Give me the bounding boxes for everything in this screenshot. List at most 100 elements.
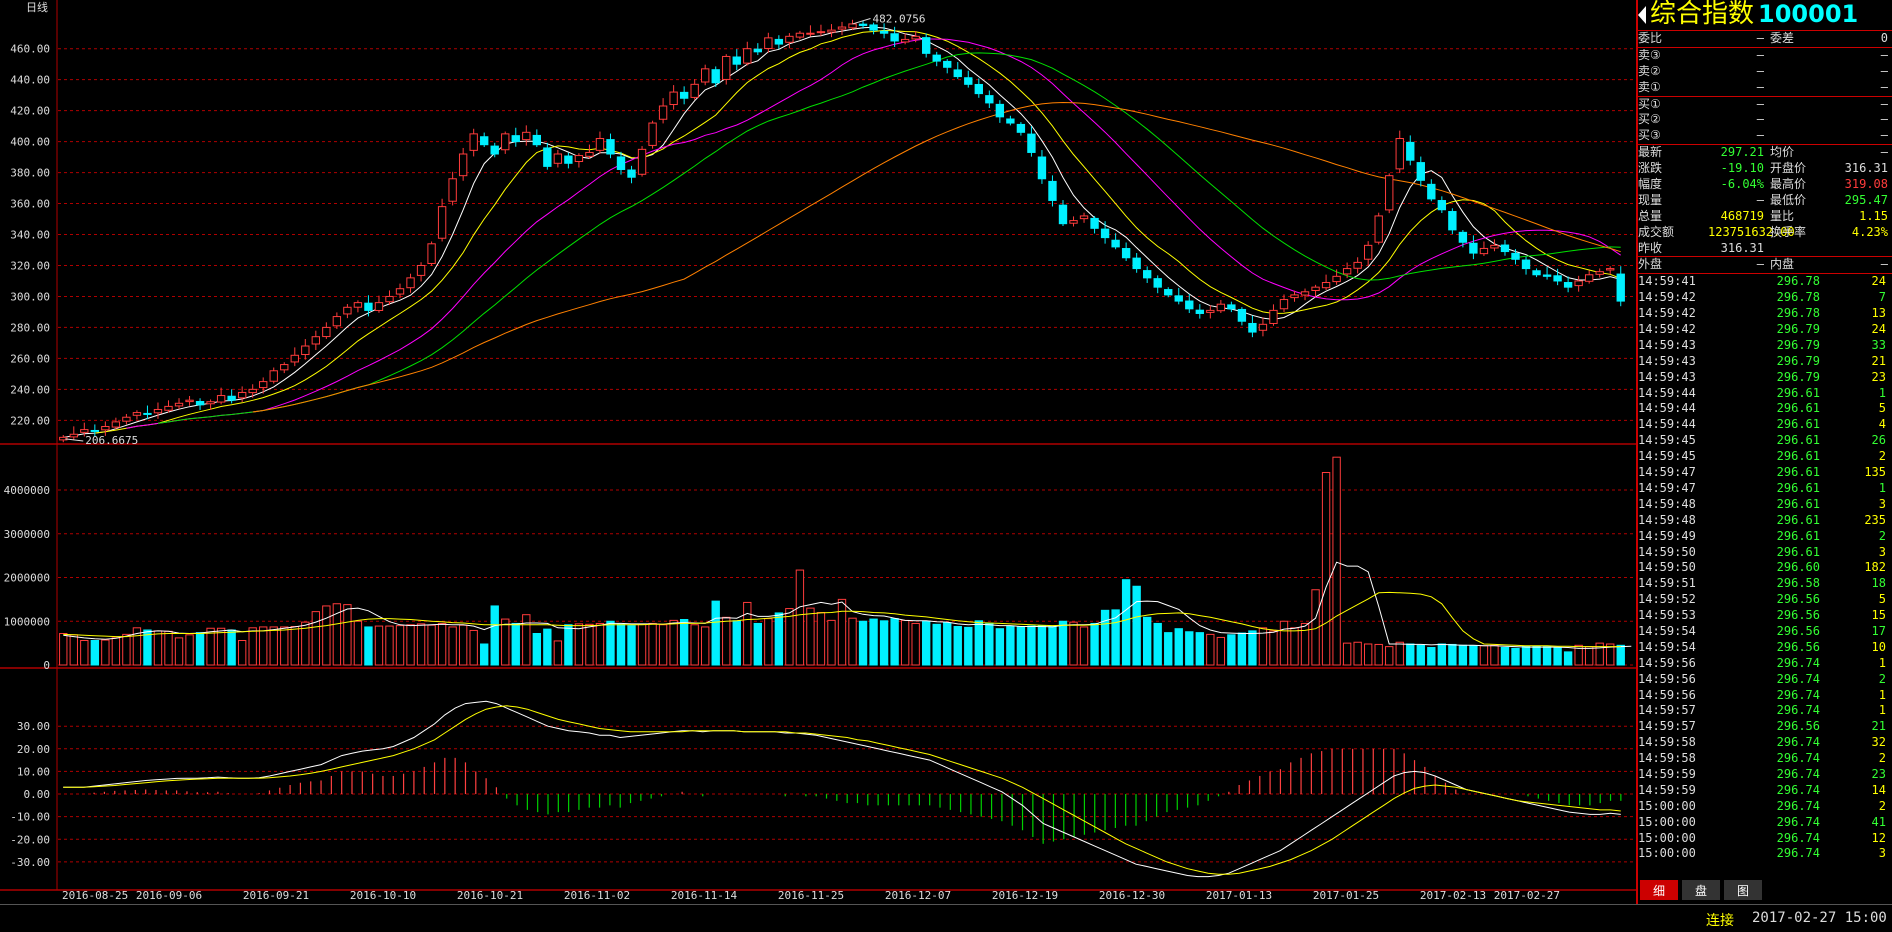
candle-body — [1090, 217, 1099, 229]
tick-volume: 3 — [1878, 496, 1886, 511]
candle-body — [448, 178, 457, 202]
tick-volume: 15 — [1871, 608, 1886, 623]
candle-body — [890, 33, 899, 42]
kline-chart-area[interactable]: 460.00 440.00 420.00 400.00 380.00 360.00 340.… — [0, 0, 1636, 904]
tick-price: 296.61 — [1776, 449, 1820, 464]
date-tick-label: 2016-12-19 — [992, 889, 1058, 902]
trade-tick-row: 14:59:42 296.78 13 — [1638, 306, 1892, 322]
tick-price: 296.61 — [1776, 480, 1820, 495]
buy-price: — — [1756, 96, 1764, 111]
trade-tick-row: 14:59:48 296.61 3 — [1638, 497, 1892, 513]
inner-label: 内盘 — [1770, 257, 1795, 272]
volume-bar — [985, 623, 994, 666]
candle-body — [795, 32, 805, 38]
candle-body — [816, 31, 826, 34]
tick-price: 296.61 — [1776, 417, 1820, 432]
trade-tick-row: 14:59:59 296.74 23 — [1638, 767, 1892, 783]
tick-price: 296.56 — [1776, 608, 1820, 623]
stat-value: 316.31 — [1720, 240, 1764, 255]
candle-body — [701, 68, 710, 83]
candle-body — [427, 243, 436, 264]
candle-body — [1427, 183, 1436, 200]
tab-chart[interactable]: 图 — [1724, 880, 1762, 900]
sell-level-row: 卖③ — — — [1638, 48, 1892, 64]
candle-body — [1069, 220, 1078, 224]
period-label: 日线 — [26, 0, 48, 14]
buy-level-row: 买① — — — [1638, 97, 1892, 113]
volume-bar — [627, 625, 636, 666]
volume-bar — [522, 614, 531, 666]
tick-time: 14:59:56 — [1638, 687, 1696, 702]
tick-price: 296.79 — [1776, 322, 1820, 337]
date-tick-label: 2016-09-06 — [136, 889, 202, 902]
candle-body — [1037, 156, 1047, 180]
price-tick-label: 360.00 — [10, 198, 50, 211]
volume-bar — [1090, 622, 1099, 666]
buy-price: — — [1756, 112, 1764, 127]
trade-tick-row: 14:59:41 296.78 24 — [1638, 274, 1892, 290]
high-price-label: 482.0756 — [873, 13, 926, 26]
tick-price: 296.56 — [1776, 592, 1820, 607]
stat-label: 昨收 — [1638, 240, 1663, 255]
tab-detail[interactable]: 细 — [1640, 880, 1678, 900]
candle-body — [1416, 162, 1425, 181]
trade-tick-row: 14:59:57 296.56 21 — [1638, 719, 1892, 735]
tick-price: 296.74 — [1776, 655, 1820, 670]
price-tick-label: 420.00 — [10, 105, 50, 118]
volume-bar — [585, 623, 594, 666]
volume-bar — [59, 633, 68, 666]
volume-bar — [869, 618, 878, 666]
stat-label-2: 开盘价 — [1770, 161, 1807, 176]
stat-label-2 — [1764, 241, 1832, 257]
candle-body — [974, 83, 983, 95]
volume-bar — [385, 625, 394, 666]
volume-bar — [1100, 609, 1110, 666]
tick-volume: 32 — [1871, 735, 1886, 750]
volume-bar — [1469, 645, 1478, 666]
connection-status[interactable]: 连接 — [1706, 910, 1734, 930]
tick-price: 296.56 — [1776, 623, 1820, 638]
candle-body — [543, 147, 552, 167]
tick-price: 296.74 — [1776, 703, 1820, 718]
volume-bar — [1237, 632, 1247, 666]
trade-tick-row: 14:59:43 296.79 23 — [1638, 370, 1892, 386]
buy-level-label: 买① — [1638, 96, 1661, 111]
tick-time: 14:59:53 — [1638, 608, 1696, 623]
candle-body — [964, 77, 973, 85]
trade-tick-row: 14:59:52 296.56 5 — [1638, 592, 1892, 608]
tick-volume: 182 — [1864, 560, 1886, 575]
macd-tick-label: 30.00 — [17, 720, 50, 733]
tick-volume: 3 — [1878, 544, 1886, 559]
trade-tick-row: 14:59:47 296.61 1 — [1638, 481, 1892, 497]
trade-tick-row: 14:59:42 296.78 7 — [1638, 290, 1892, 306]
candle-body — [1353, 261, 1362, 269]
prev-arrow-icon[interactable] — [1638, 6, 1646, 24]
candle-body — [185, 399, 194, 403]
tick-time: 15:00:00 — [1638, 830, 1696, 845]
tick-volume: 10 — [1871, 639, 1886, 654]
tick-volume: 1 — [1878, 385, 1886, 400]
trade-tick-row: 14:59:47 296.61 135 — [1638, 465, 1892, 481]
candle-body — [522, 131, 531, 141]
candle-body — [195, 401, 205, 406]
price-tick-label: 320.00 — [10, 259, 50, 272]
stat-label-2: 最高价 — [1770, 177, 1807, 192]
tick-time: 14:59:56 — [1638, 655, 1696, 670]
trade-tick-row: 14:59:50 296.60 182 — [1638, 560, 1892, 576]
volume-bar — [195, 632, 205, 666]
candle-body — [332, 316, 342, 327]
volume-bar — [1048, 626, 1057, 666]
sell-price: — — [1756, 47, 1764, 62]
candle-body — [1311, 286, 1320, 291]
candle-body — [922, 37, 931, 54]
price-tick-label: 260.00 — [10, 352, 50, 365]
candle-body — [80, 429, 89, 433]
trade-tick-row: 14:59:44 296.61 1 — [1638, 386, 1892, 402]
macd-tick-label: -20.00 — [10, 833, 50, 846]
buy-price: — — [1756, 128, 1764, 143]
candle-body — [1616, 273, 1625, 302]
index-title: 综合指数 — [1650, 0, 1755, 30]
tab-orderbook[interactable]: 盘 — [1682, 880, 1720, 900]
trade-tick-row: 14:59:56 296.74 1 — [1638, 656, 1892, 672]
tick-volume: 23 — [1871, 766, 1886, 781]
